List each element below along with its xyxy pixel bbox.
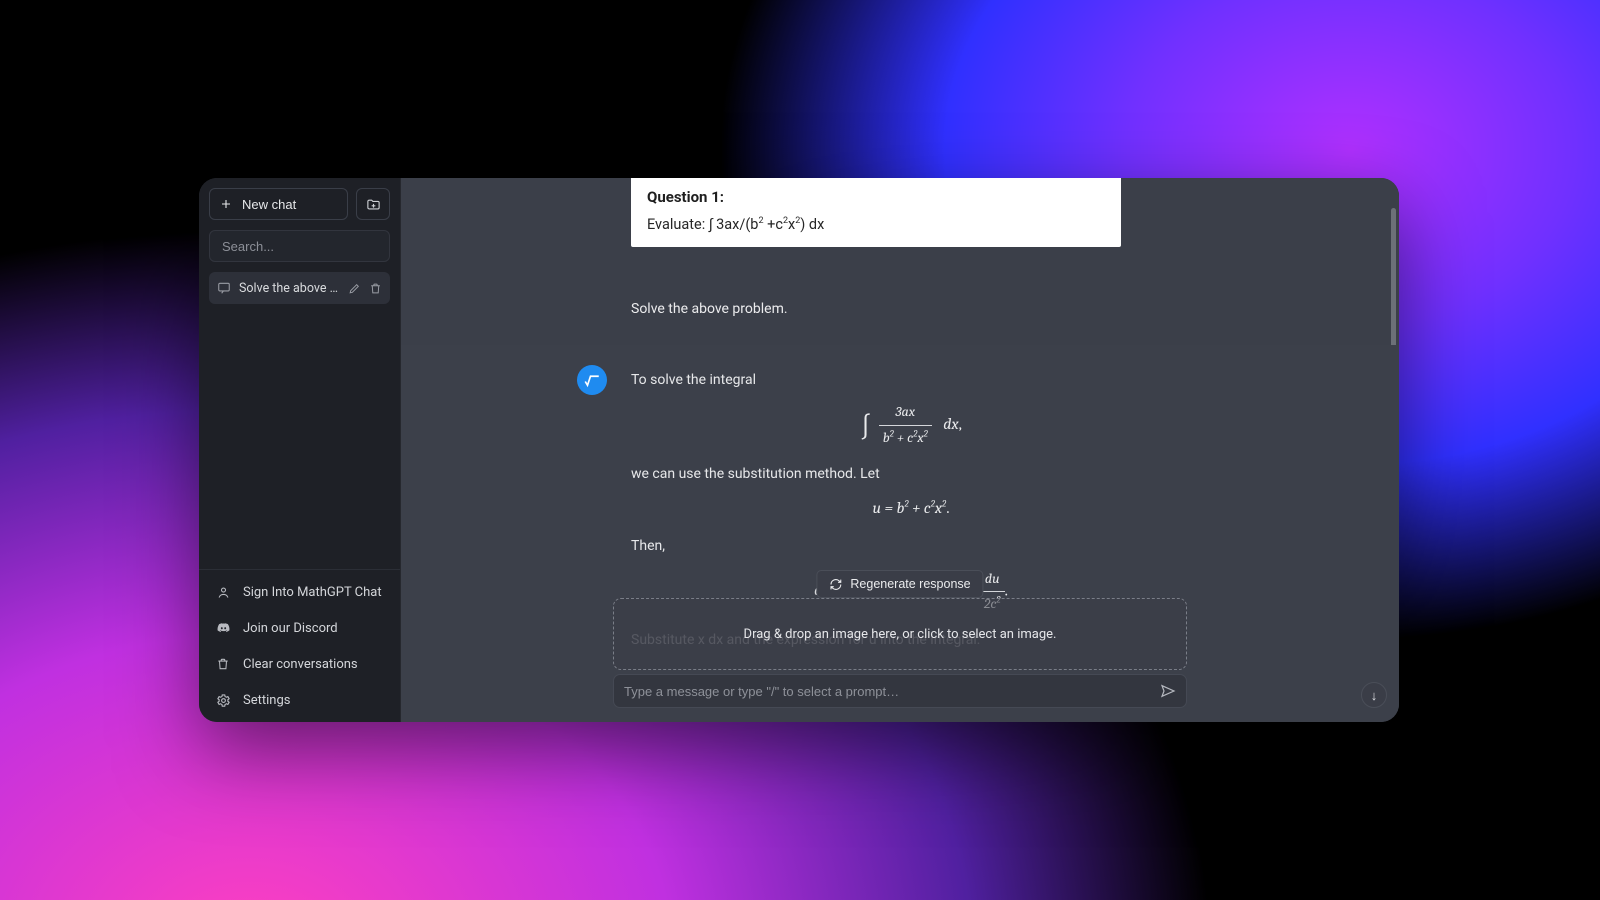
- refresh-icon: [829, 578, 842, 591]
- dropzone-label: Drag & drop an image here, or click to s…: [744, 627, 1057, 642]
- regenerate-label: Regenerate response: [850, 577, 970, 591]
- sqrt-icon: [583, 371, 601, 389]
- assistant-line-2: we can use the substitution method. Let: [631, 463, 1191, 485]
- image-dropzone[interactable]: Drag & drop an image here, or click to s…: [613, 598, 1187, 670]
- composer: [613, 674, 1187, 708]
- search-input[interactable]: [209, 230, 390, 262]
- send-button[interactable]: [1160, 683, 1176, 699]
- signin-button[interactable]: Sign Into MathGPT Chat: [199, 574, 400, 610]
- sidebar-spacer: [199, 304, 400, 569]
- math-substitution: u = b2 + c2x2.: [631, 496, 1191, 522]
- discord-icon: [215, 621, 231, 636]
- settings-label: Settings: [243, 693, 290, 708]
- question-math: ∫ 3ax/(b2 +c2x2) dx: [709, 216, 824, 233]
- clear-label: Clear conversations: [243, 657, 358, 672]
- user-icon: [215, 585, 231, 600]
- clear-conversations-button[interactable]: Clear conversations: [199, 646, 400, 682]
- chat-icon: [217, 281, 231, 295]
- question-title: Question 1:: [647, 188, 1105, 206]
- sidebar-footer: Sign Into MathGPT Chat Join our Discord …: [199, 569, 400, 722]
- search-wrap: [199, 230, 400, 272]
- question-expression: Evaluate: ∫ 3ax/(b2 +c2x2) dx: [647, 216, 1105, 233]
- settings-button[interactable]: Settings: [199, 682, 400, 718]
- conversation-item[interactable]: Solve the above probl…: [209, 272, 390, 304]
- trash-icon[interactable]: [369, 282, 382, 295]
- app-window: New chat Solve the above probl…: [199, 178, 1399, 722]
- signin-label: Sign Into MathGPT Chat: [243, 585, 382, 600]
- math-integral: ∫ 3ax b2 + c2x2 dx,: [631, 401, 1191, 449]
- edit-icon[interactable]: [348, 282, 361, 295]
- question-prefix: Evaluate:: [647, 216, 709, 233]
- conversation-list: Solve the above probl…: [199, 272, 400, 304]
- user-text: Solve the above problem.: [631, 301, 1399, 317]
- trash-icon: [215, 657, 231, 671]
- new-chat-label: New chat: [242, 197, 296, 212]
- conversation-title: Solve the above probl…: [239, 281, 340, 296]
- discord-button[interactable]: Join our Discord: [199, 610, 400, 646]
- folder-plus-icon: [366, 197, 381, 212]
- discord-label: Join our Discord: [243, 621, 338, 636]
- regenerate-button[interactable]: Regenerate response: [816, 570, 983, 598]
- gear-icon: [215, 693, 231, 708]
- send-icon: [1160, 683, 1176, 699]
- question-card-body: Question 1: Evaluate: ∫ 3ax/(b2 +c2x2) d…: [631, 178, 1121, 247]
- arrow-down-icon: ↓: [1371, 688, 1378, 703]
- question-card: Question 1: Evaluate: ∫ 3ax/(b2 +c2x2) d…: [631, 178, 1121, 247]
- main-pane: ←| ←| Question 1: Evaluate: ∫ 3ax/(b2 +c…: [401, 178, 1399, 722]
- sidebar: New chat Solve the above probl…: [199, 178, 401, 722]
- plus-icon: [220, 198, 232, 210]
- new-folder-button[interactable]: [356, 188, 390, 220]
- assistant-avatar: [577, 365, 607, 395]
- sidebar-top-row: New chat: [199, 178, 400, 230]
- desktop-background: New chat Solve the above probl…: [0, 0, 1600, 900]
- assistant-line-3: Then,: [631, 535, 1191, 557]
- new-chat-button[interactable]: New chat: [209, 188, 348, 220]
- message-input[interactable]: [624, 684, 1160, 699]
- assistant-line-1: To solve the integral: [631, 369, 1191, 391]
- scroll-to-bottom-button[interactable]: ↓: [1361, 682, 1387, 708]
- user-message: Question 1: Evaluate: ∫ 3ax/(b2 +c2x2) d…: [401, 178, 1399, 345]
